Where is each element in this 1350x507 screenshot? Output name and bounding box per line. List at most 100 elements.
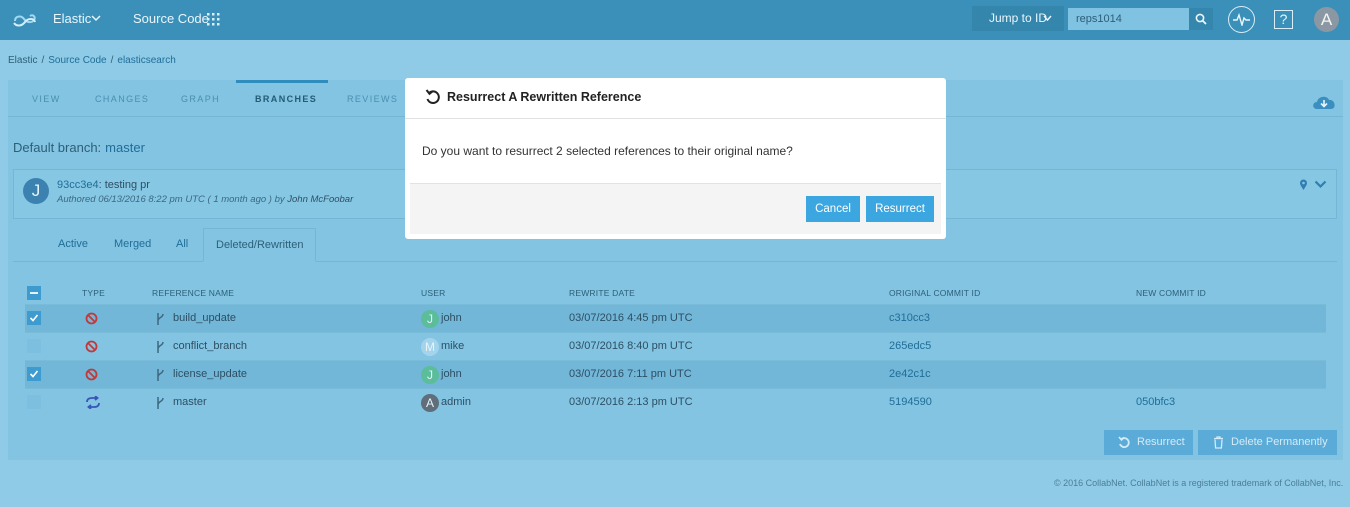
- undo-icon: [1118, 436, 1130, 448]
- delete-button-label: Delete Permanently: [1231, 436, 1328, 448]
- commit-authored-text: Authored 06/13/2016 8:22 pm UTC ( 1 mont…: [57, 194, 285, 205]
- branch-icon: [157, 313, 164, 325]
- footer-copyright: © 2016 CollabNet. CollabNet is a registe…: [1054, 478, 1344, 488]
- deleted-icon: [85, 340, 98, 353]
- dialog-header: Resurrect A Rewritten Reference: [405, 78, 946, 119]
- table-row[interactable]: conflict_branch M mike 03/07/2016 8:40 p…: [25, 332, 1326, 360]
- default-branch-label: Default branch:: [13, 140, 102, 155]
- breadcrumb-elastic[interactable]: Elastic: [8, 55, 37, 66]
- subtab-merged[interactable]: Merged: [114, 238, 151, 250]
- commit-summary: 93cc3e4: testing pr: [57, 179, 150, 191]
- commit-authored: Authored 06/13/2016 8:22 pm UTC ( 1 mont…: [57, 194, 353, 205]
- commit-author: John McFoobar: [287, 194, 354, 205]
- user-name: admin: [441, 396, 471, 408]
- rewrite-date: 03/07/2016 7:11 pm UTC: [569, 368, 692, 380]
- delete-permanently-button[interactable]: Delete Permanently: [1198, 430, 1337, 455]
- cancel-button[interactable]: Cancel: [806, 196, 860, 222]
- subtab-deleted-rewritten[interactable]: Deleted/Rewritten: [203, 228, 317, 262]
- chevron-down-icon[interactable]: [91, 13, 101, 23]
- default-branch-value[interactable]: master: [105, 140, 145, 155]
- breadcrumb-repository[interactable]: elasticsearch: [117, 55, 175, 66]
- activity-pulse-icon: [1233, 13, 1250, 26]
- col-original-commit[interactable]: ORIGINAL COMMIT ID: [889, 288, 980, 298]
- default-branch: Default branch: master: [13, 140, 145, 155]
- app-grid-icon[interactable]: [207, 13, 220, 26]
- original-commit-link[interactable]: 265edc5: [889, 340, 931, 352]
- row-checkbox[interactable]: [27, 367, 41, 381]
- commit-message: : testing pr: [98, 179, 150, 191]
- jump-to-id-dropdown[interactable]: Jump to ID: [972, 6, 1064, 31]
- col-type[interactable]: TYPE: [82, 288, 105, 298]
- rewrite-date: 03/07/2016 4:45 pm UTC: [569, 312, 693, 324]
- branch-icon: [157, 397, 164, 409]
- top-navbar: Elastic Source Code Jump to ID ? A: [0, 0, 1350, 40]
- cloud-download-icon[interactable]: [1311, 92, 1337, 112]
- col-rewrite-date[interactable]: REWRITE DATE: [569, 288, 635, 298]
- map-pin-icon[interactable]: [1299, 179, 1308, 191]
- rewrite-date: 03/07/2016 8:40 pm UTC: [569, 340, 693, 352]
- dialog-title: Resurrect A Rewritten Reference: [447, 90, 642, 104]
- branch-icon: [157, 341, 164, 353]
- chevron-down-icon[interactable]: [1314, 179, 1327, 189]
- row-checkbox[interactable]: [27, 395, 41, 409]
- col-user[interactable]: USER: [421, 288, 445, 298]
- dialog-footer: Cancel Resurrect: [410, 183, 941, 234]
- avatar: J: [421, 310, 439, 328]
- confirm-resurrect-button[interactable]: Resurrect: [866, 196, 934, 222]
- subtab-all[interactable]: All: [176, 238, 188, 250]
- tab-graph[interactable]: GRAPH: [181, 94, 220, 104]
- table-row[interactable]: license_update J john 03/07/2016 7:11 pm…: [25, 360, 1326, 388]
- tab-view[interactable]: VIEW: [32, 94, 61, 104]
- jump-to-id-label: Jump to ID: [989, 11, 1048, 25]
- tab-changes[interactable]: CHANGES: [95, 94, 149, 104]
- commit-hash-link[interactable]: 93cc3e4: [57, 179, 99, 191]
- reference-name: master: [173, 396, 207, 408]
- jump-id-input[interactable]: [1068, 8, 1189, 30]
- undo-icon: [425, 89, 440, 104]
- deleted-icon: [85, 312, 98, 325]
- resurrect-button-label: Resurrect: [1137, 436, 1185, 448]
- col-new-commit[interactable]: NEW COMMIT ID: [1136, 288, 1206, 298]
- table-row[interactable]: master A admin 03/07/2016 2:13 pm UTC 51…: [25, 388, 1326, 416]
- user-name: mike: [441, 340, 465, 352]
- user-name: john: [441, 312, 462, 324]
- trash-icon: [1214, 436, 1223, 449]
- row-checkbox[interactable]: [27, 311, 41, 325]
- tab-branches[interactable]: BRANCHES: [255, 94, 317, 104]
- subtab-active[interactable]: Active: [58, 238, 88, 250]
- resurrect-reference-dialog: Resurrect A Rewritten Reference Do you w…: [405, 78, 946, 239]
- table-row[interactable]: build_update J john 03/07/2016 4:45 pm U…: [25, 304, 1326, 332]
- reference-name: conflict_branch: [173, 340, 247, 352]
- brand-menu[interactable]: Elastic: [53, 11, 91, 26]
- select-all-checkbox[interactable]: [27, 286, 41, 300]
- help-button[interactable]: ?: [1274, 10, 1293, 29]
- original-commit-link[interactable]: 2e42c1c: [889, 368, 931, 380]
- avatar: J: [421, 366, 439, 384]
- resurrect-button[interactable]: Resurrect: [1104, 430, 1193, 455]
- row-checkbox[interactable]: [27, 339, 41, 353]
- rewritten-icon: [86, 396, 100, 409]
- rewrite-date: 03/07/2016 2:13 pm UTC: [569, 396, 693, 408]
- product-menu[interactable]: Source Code: [133, 11, 209, 26]
- original-commit-link[interactable]: 5194590: [889, 396, 932, 408]
- activity-button[interactable]: [1228, 6, 1255, 33]
- collabnet-logo-icon[interactable]: [12, 10, 38, 30]
- avatar: J: [23, 178, 49, 204]
- reference-name: license_update: [173, 368, 248, 380]
- active-tab-indicator: [236, 80, 328, 83]
- col-reference-name[interactable]: REFERENCE NAME: [152, 288, 234, 298]
- search-button[interactable]: [1189, 8, 1213, 30]
- breadcrumb: Elastic / Source Code / elasticsearch: [8, 55, 176, 66]
- original-commit-link[interactable]: c310cc3: [889, 312, 930, 324]
- new-commit-link[interactable]: 050bfc3: [1136, 396, 1175, 408]
- avatar: M: [421, 338, 439, 356]
- dialog-message: Do you want to resurrect 2 selected refe…: [422, 144, 793, 158]
- user-avatar[interactable]: A: [1314, 7, 1339, 32]
- avatar: A: [421, 394, 439, 412]
- tab-reviews[interactable]: REVIEWS: [347, 94, 398, 104]
- breadcrumb-source-code[interactable]: Source Code: [48, 55, 106, 66]
- reference-name: build_update: [173, 312, 237, 324]
- table-header: TYPE REFERENCE NAME USER REWRITE DATE OR…: [25, 280, 1326, 304]
- branch-icon: [157, 369, 164, 381]
- chevron-down-icon: [1043, 15, 1052, 22]
